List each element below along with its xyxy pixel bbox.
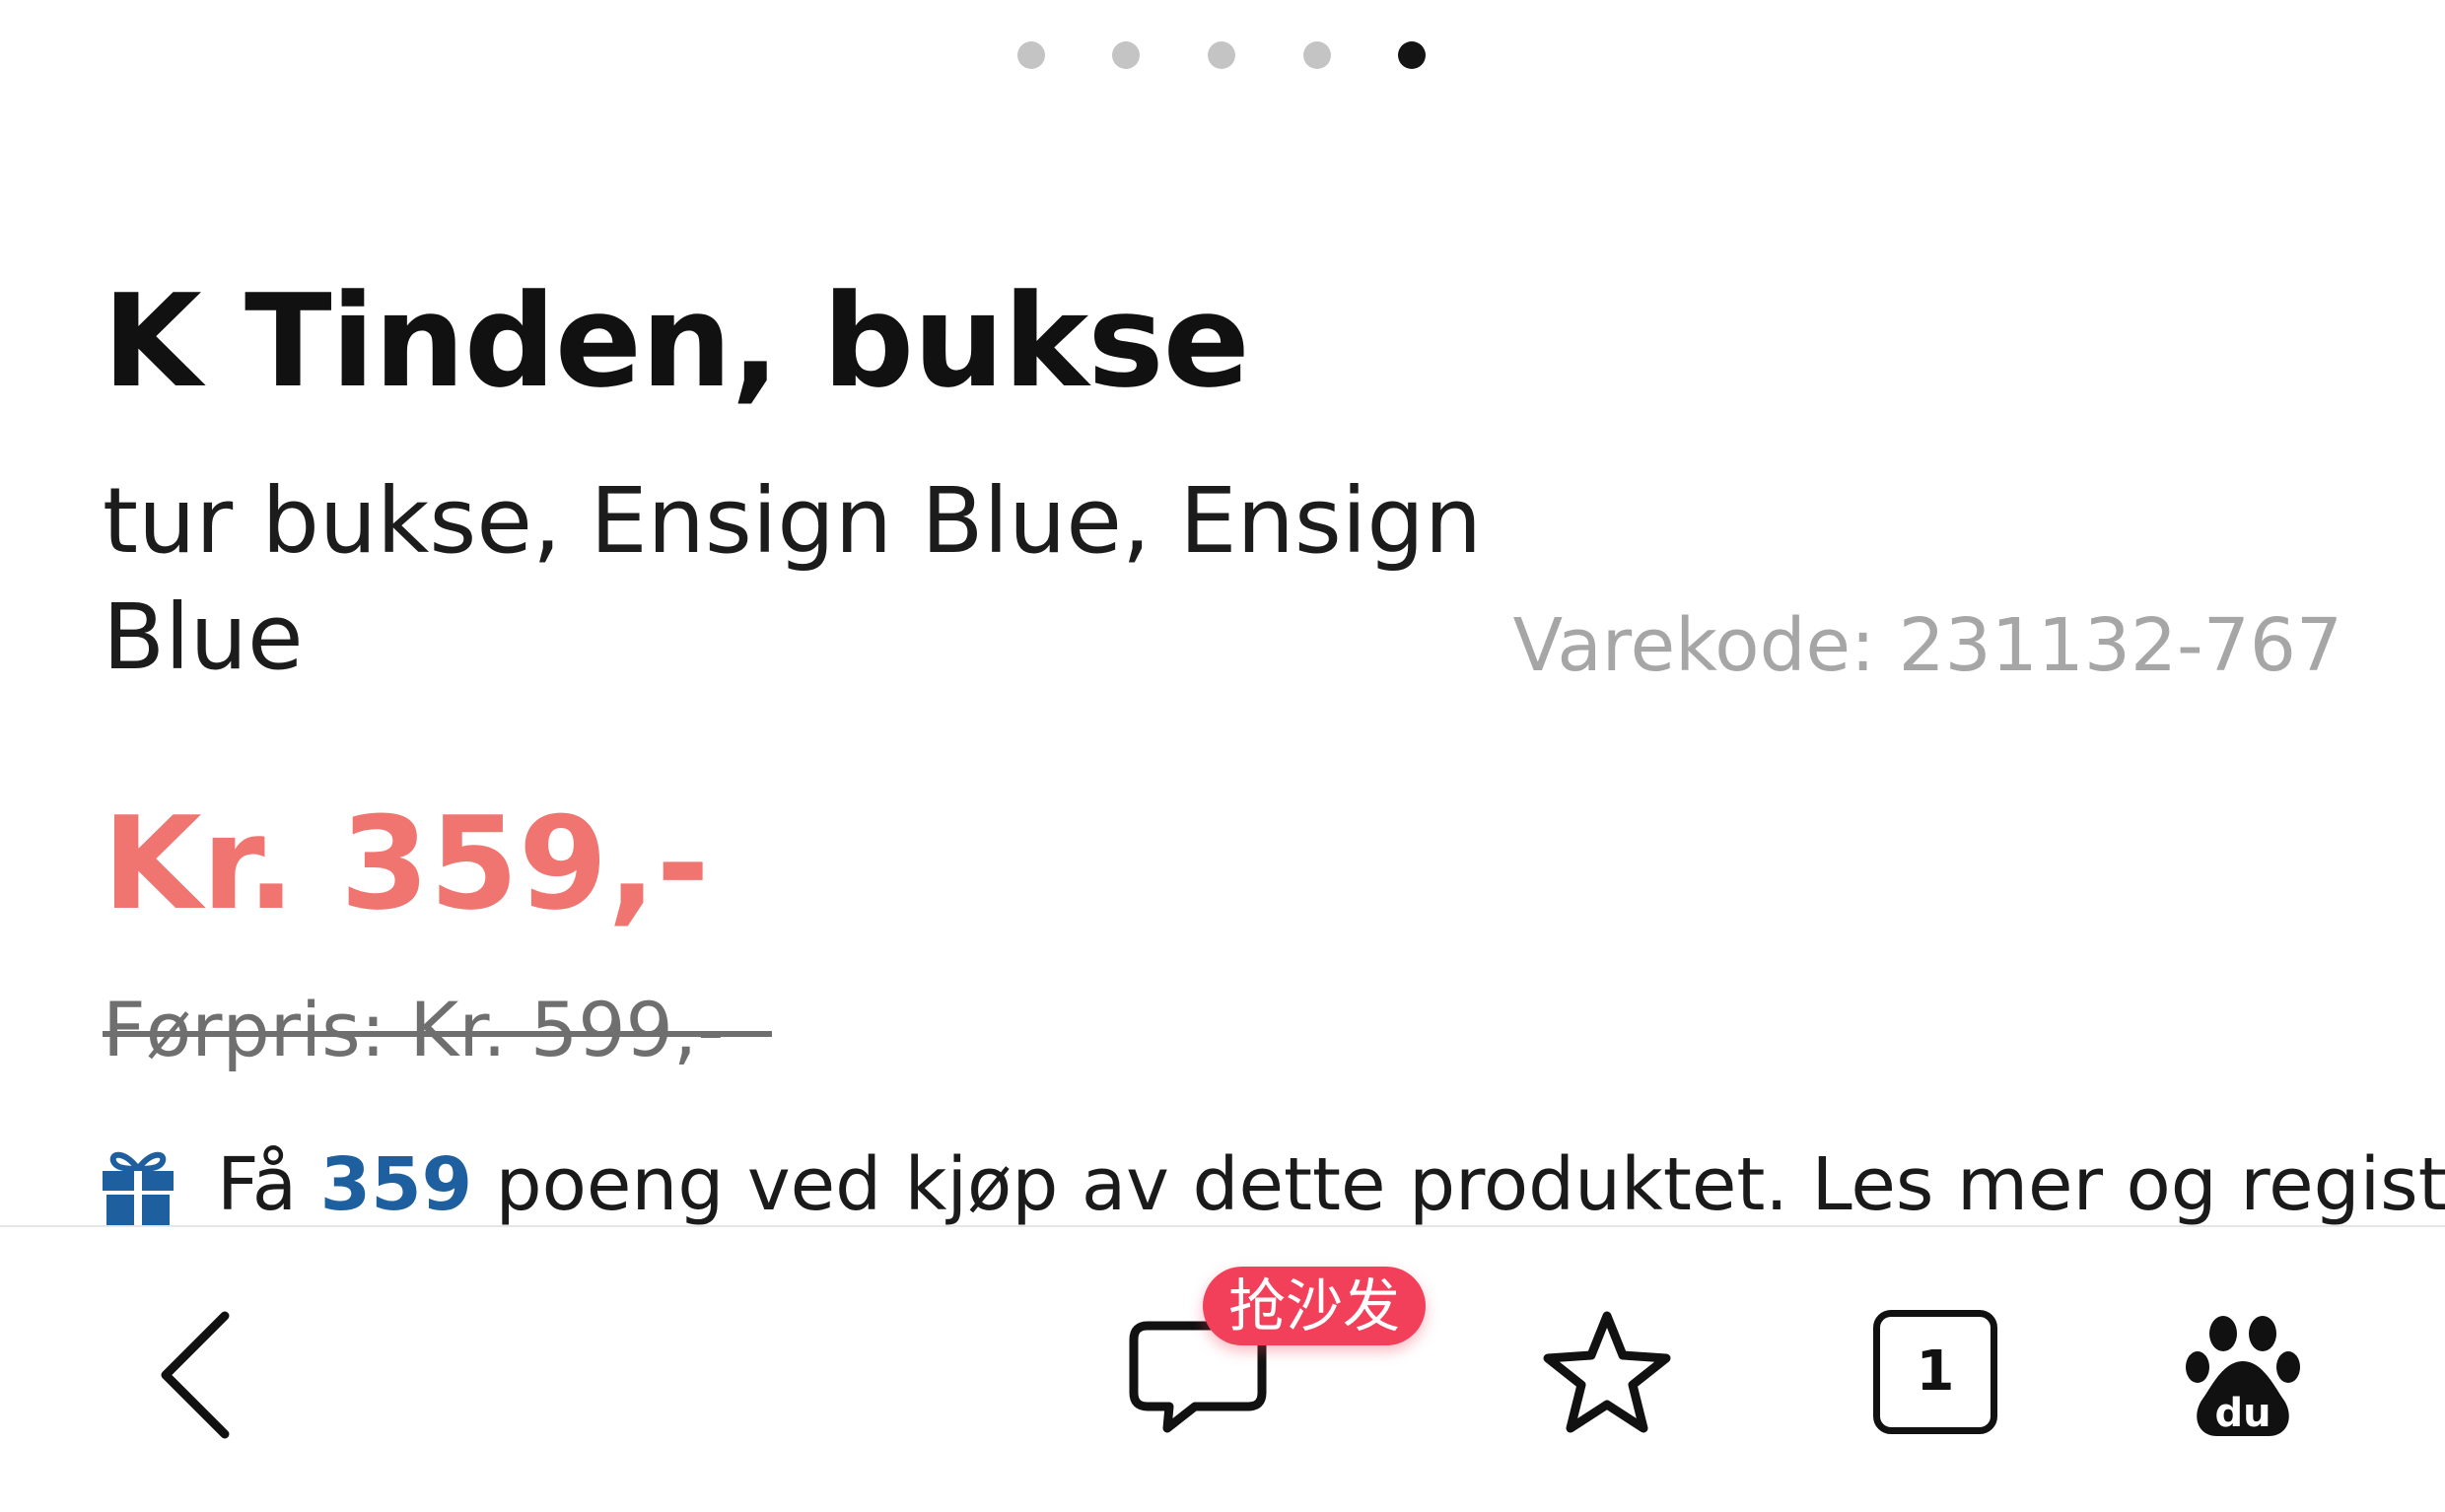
carousel-dot-2[interactable] (1112, 41, 1140, 69)
points-prefix: Få (217, 1142, 298, 1227)
tabs-count: 1 (1916, 1340, 1955, 1404)
loyalty-points-info[interactable]: Få 359 poeng ved kjøp av dette produktet… (103, 1135, 2445, 1234)
old-price: Førpris: Kr. 599,- (103, 986, 772, 1073)
points-value: 359 (319, 1142, 473, 1227)
comment-badge[interactable]: 抢沙发 (1203, 1267, 1427, 1345)
gift-icon (103, 1151, 174, 1232)
carousel-indicator (0, 41, 2445, 71)
bottom-toolbar: 抢沙发 1 du (0, 1225, 2445, 1512)
sku-label: Varekode: (1512, 603, 1876, 688)
product-price: Kr. 359,- (103, 789, 710, 938)
product-sku: Varekode: 231132-767 (1513, 603, 2342, 688)
back-arrow-icon[interactable] (148, 1306, 256, 1444)
points-text: Få 359 poeng ved kjøp av dette produktet… (217, 1135, 2445, 1234)
carousel-dot-5-active[interactable] (1398, 41, 1426, 69)
strikethrough-line (103, 1031, 772, 1037)
star-icon[interactable] (1538, 1306, 1676, 1444)
tabs-button[interactable]: 1 (1873, 1310, 1997, 1434)
svg-text:du: du (2214, 1391, 2270, 1436)
points-suffix: poeng ved kjøp av dette produktet. Les m… (495, 1142, 2445, 1227)
product-subtitle: tur bukse, Ensign Blue, Ensign Blue (103, 468, 1483, 690)
carousel-dot-4[interactable] (1303, 41, 1331, 69)
carousel-dot-3[interactable] (1208, 41, 1235, 69)
sku-value: 231132-767 (1898, 603, 2342, 688)
product-title: K Tinden, bukse (103, 266, 1250, 416)
old-price-text: Førpris: Kr. 599,- (103, 986, 725, 1073)
carousel-dot-1[interactable] (1017, 41, 1045, 69)
baidu-paw-icon[interactable]: du (2184, 1306, 2302, 1444)
